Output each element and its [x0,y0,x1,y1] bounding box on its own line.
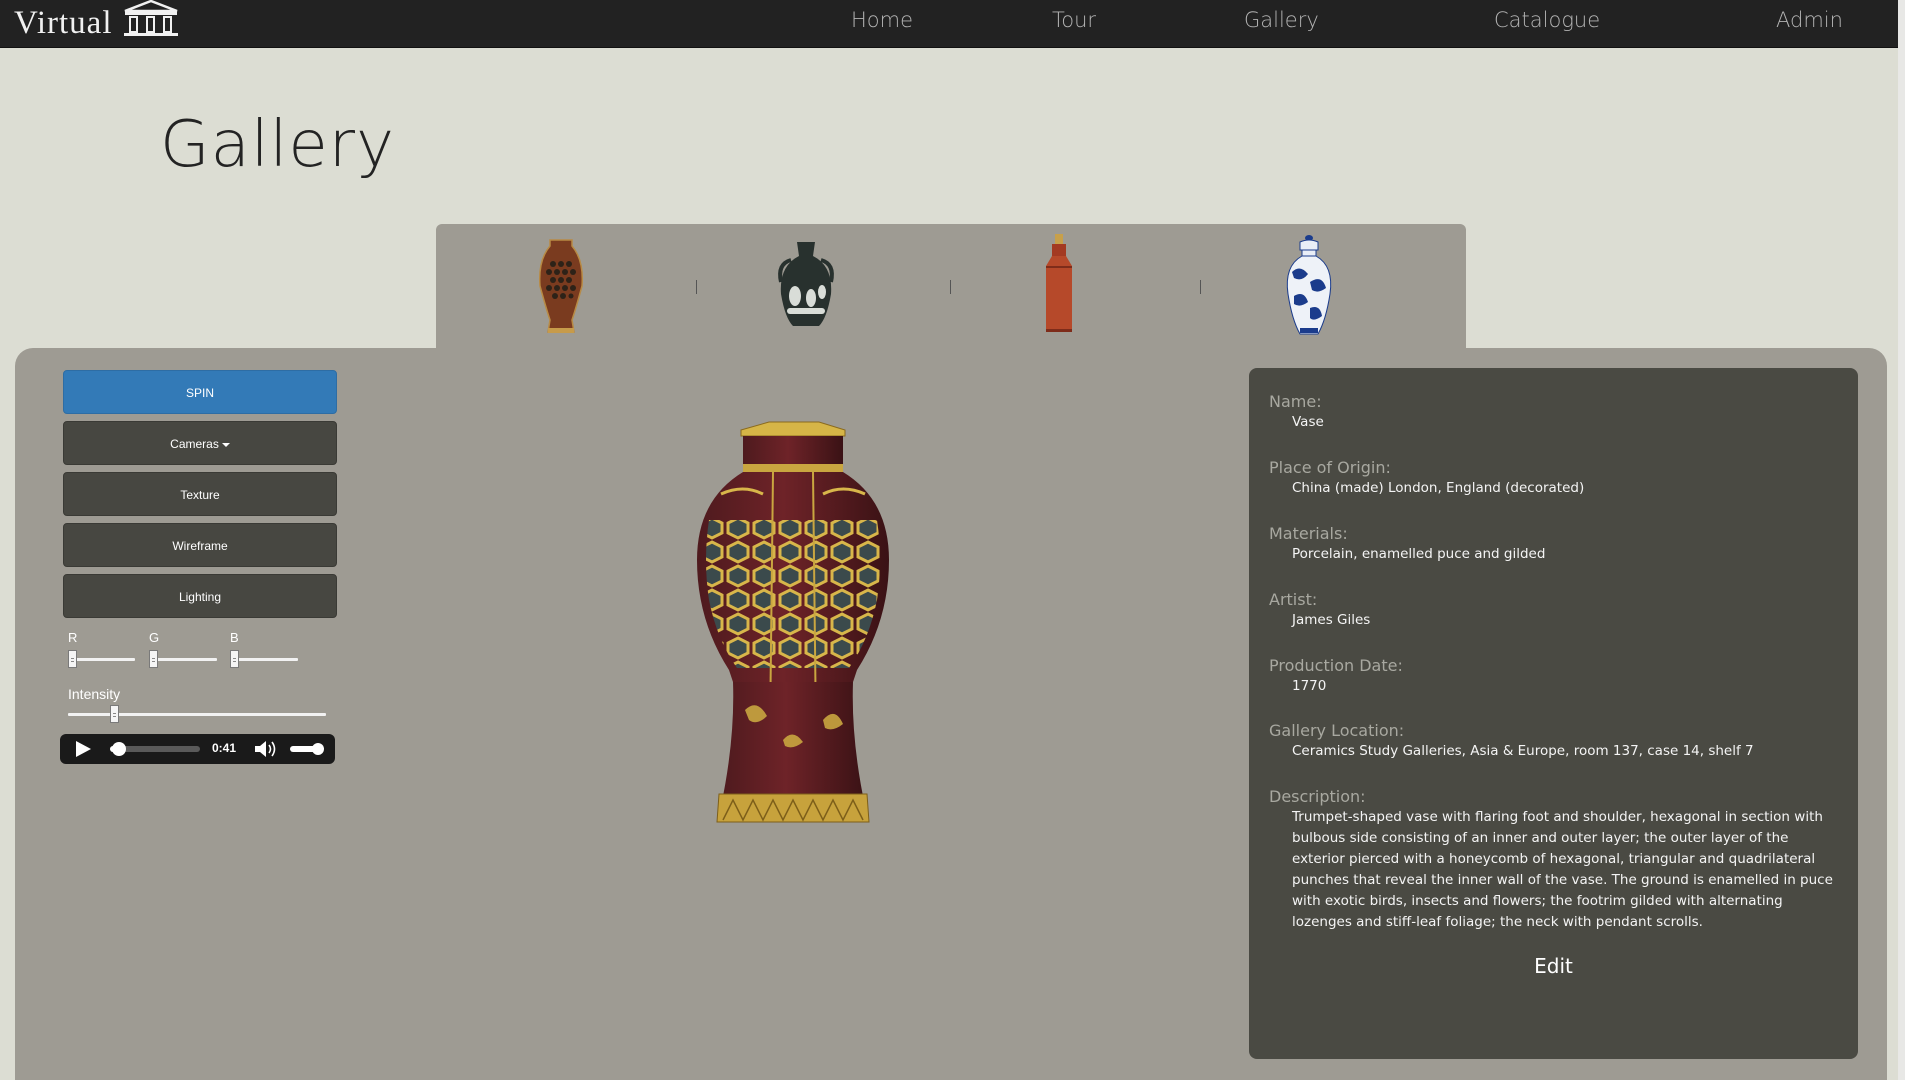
audio-time: 0:41 [212,741,237,755]
play-icon[interactable] [76,741,91,757]
intensity-label: Intensity [68,686,121,702]
materials-value: Porcelain, enamelled puce and gilded [1292,546,1546,562]
volume-icon[interactable] [254,740,280,763]
thumbnail-separator [1200,280,1201,294]
green-slider-track[interactable] [151,658,217,661]
thumbnail-strip [436,224,1466,350]
artist-value: James Giles [1292,612,1371,628]
thumbnail-reticulated-vase[interactable] [526,234,596,340]
location-value: Ceramics Study Galleries, Asia & Europe,… [1292,743,1754,759]
thumbnail-separator [950,280,951,294]
brand-name: Virtual [14,5,113,41]
brand[interactable]: Virtual [14,0,181,47]
audio-player: 0:41 [60,734,335,764]
nav-home[interactable]: Home [851,0,913,47]
info-panel: Name: Vase Place of Origin: China (made)… [1249,368,1858,1059]
cameras-dropdown[interactable]: Cameras [63,421,337,465]
volume-knob[interactable] [312,743,324,755]
thumbnail-separator [696,280,697,294]
lighting-button[interactable]: Lighting [63,574,337,618]
date-label: Production Date: [1269,656,1403,675]
nav-catalogue[interactable]: Catalogue [1494,0,1600,47]
intensity-slider-track[interactable] [68,713,326,716]
origin-value: China (made) London, England (decorated) [1292,480,1585,496]
nav-admin[interactable]: Admin [1776,0,1843,47]
blue-label: B [230,630,239,645]
red-slider-track[interactable] [70,658,135,661]
location-label: Gallery Location: [1269,721,1405,740]
museum-columns-icon [121,0,181,44]
green-slider-handle[interactable] [149,650,158,668]
blue-slider-track[interactable] [232,658,298,661]
description-value: Trumpet-shaped vase with flaring foot an… [1292,809,1833,930]
page-scrollbar[interactable] [1898,0,1905,1080]
origin-label: Place of Origin: [1269,458,1391,477]
thumbnail-portland-vase[interactable] [771,234,841,340]
intensity-slider-handle[interactable] [110,705,120,723]
nav-gallery[interactable]: Gallery [1244,0,1319,47]
cameras-label: Cameras [170,437,219,451]
blue-slider-handle[interactable] [230,650,239,668]
nav-tour[interactable]: Tour [1052,0,1096,47]
spin-button[interactable]: SPIN [63,370,337,414]
edit-button[interactable]: Edit [1249,954,1858,978]
thumbnail-blue-white-jar[interactable] [1274,234,1344,340]
caret-down-icon [221,442,230,447]
audio-seek-knob[interactable] [112,742,126,756]
green-label: G [149,630,160,645]
name-value: Vase [1292,414,1324,430]
top-navbar: Virtual Home Tour Gallery Catalogue Admi… [0,0,1905,48]
viewer-panel: SPIN Cameras Texture Wireframe Lighting … [15,348,1887,1080]
vase-3d-model[interactable] [673,420,913,833]
texture-button[interactable]: Texture [63,472,337,516]
artist-label: Artist: [1269,590,1318,609]
name-label: Name: [1269,392,1322,411]
page-title: Gallery [160,108,395,182]
thumbnail-red-bottle[interactable] [1024,234,1094,340]
red-slider-handle[interactable] [68,650,77,668]
date-value: 1770 [1292,678,1327,694]
wireframe-button[interactable]: Wireframe [63,523,337,567]
description-label: Description: [1269,787,1366,806]
materials-label: Materials: [1269,524,1348,543]
red-label: R [68,630,78,645]
